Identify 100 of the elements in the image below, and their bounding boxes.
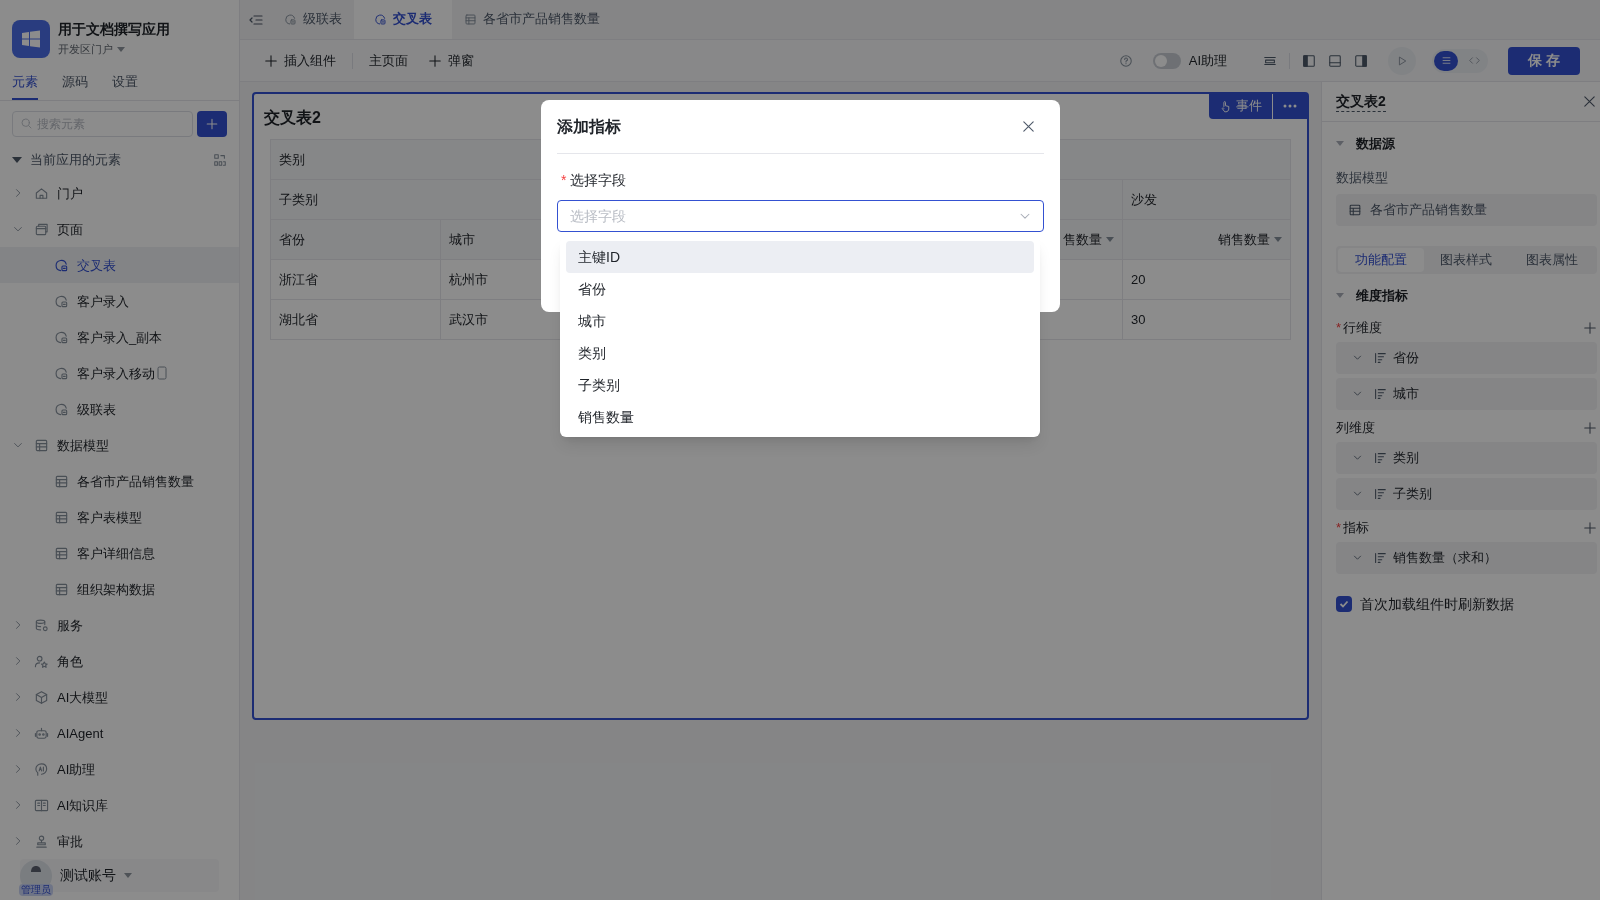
table-cell: 20	[1123, 260, 1291, 300]
plus-icon	[1583, 520, 1597, 535]
ai-assistant-label: AI助理	[1188, 51, 1228, 70]
more-icon	[1283, 104, 1297, 108]
table-icon	[54, 474, 69, 489]
play-button[interactable]	[1388, 46, 1417, 75]
sort-lines-icon	[1373, 450, 1387, 465]
plus-icon	[205, 116, 219, 131]
dimension-item[interactable]: 城市	[1336, 377, 1597, 410]
refresh-checkbox[interactable]: 首次加载组件时刷新数据	[1336, 593, 1597, 615]
sidebar-tab[interactable]: 源码	[62, 72, 88, 100]
table-icon	[1348, 202, 1362, 217]
chevron-down-icon	[1352, 452, 1363, 463]
close-button[interactable]	[1021, 119, 1036, 134]
form-icon	[284, 12, 297, 26]
toolbar-button[interactable]: 插入组件	[260, 50, 340, 71]
add-button[interactable]	[197, 110, 227, 137]
close-button[interactable]	[1582, 94, 1597, 109]
caret-icon	[117, 46, 125, 53]
panel-title: 交叉表2	[1336, 91, 1386, 112]
tree-item[interactable]: 客户表模型	[0, 499, 239, 536]
panel-tab[interactable]: 图表属性	[1509, 247, 1595, 272]
tree-item[interactable]: 组织架构数据	[0, 571, 239, 608]
sort-lines-icon	[1373, 386, 1387, 401]
add-button[interactable]	[1583, 520, 1597, 535]
tree-item[interactable]: 角色	[0, 643, 239, 680]
stamp-icon	[34, 834, 49, 849]
tree-item[interactable]: 客户详细信息	[0, 535, 239, 572]
tree-item[interactable]: 客户录入	[0, 283, 239, 320]
tree-item[interactable]: 级联表	[0, 391, 239, 428]
user-star-icon	[34, 654, 49, 669]
header-cell: 销售数量	[1123, 220, 1291, 260]
help-icon	[1118, 53, 1133, 68]
sort-lines-icon	[1373, 550, 1387, 565]
sidebar-tab[interactable]: 设置	[112, 72, 138, 100]
tree-item[interactable]: 服务	[0, 607, 239, 644]
tree-title: 当前应用的元素	[30, 151, 122, 170]
chevron-down-icon	[1352, 352, 1363, 363]
header-cell: 省份	[271, 220, 441, 260]
select-field[interactable]: 选择字段	[557, 200, 1044, 232]
dimension-item[interactable]: 省份	[1336, 341, 1597, 374]
add-button[interactable]	[1583, 420, 1597, 435]
tree-item[interactable]: 客户录入_副本	[0, 319, 239, 356]
bottom-panel-icon	[1328, 53, 1343, 68]
required-mark: *	[1336, 318, 1342, 337]
event-button[interactable]: 事件	[1209, 93, 1272, 119]
robot-icon	[34, 726, 49, 741]
plus-icon	[264, 53, 278, 68]
locate-icon	[213, 153, 227, 167]
table-cell: 30	[1123, 300, 1291, 340]
save-button[interactable]: 保 存	[1508, 46, 1580, 75]
form-icon	[54, 330, 69, 345]
more-button[interactable]	[1273, 93, 1307, 119]
document-tab[interactable]: 级联表	[272, 0, 354, 39]
toggle-switch[interactable]	[1152, 52, 1181, 69]
document-tab[interactable]: 交叉表	[354, 0, 452, 39]
dimension-item[interactable]: 销售数量（求和）	[1336, 541, 1597, 574]
form-icon	[374, 12, 387, 26]
tree-item[interactable]: 门户	[0, 175, 239, 212]
sidebar-tab[interactable]: 元素	[12, 72, 38, 100]
code-icon	[1468, 55, 1480, 66]
design-view-button[interactable]	[1434, 50, 1459, 71]
sliders-icon	[1440, 55, 1452, 66]
table-cell: 浙江省	[271, 260, 441, 300]
document-tab[interactable]: 各省市产品销售数量	[452, 0, 612, 39]
ai-head-icon	[34, 762, 49, 777]
form-icon	[54, 402, 69, 417]
tree-item[interactable]: 交叉表	[0, 247, 239, 284]
tree-item[interactable]: 数据模型	[0, 427, 239, 464]
panel-tab[interactable]: 图表样式	[1423, 247, 1510, 272]
modal-title: 添加指标	[557, 116, 622, 137]
plus-icon	[1583, 420, 1597, 435]
portal-dropdown[interactable]: 开发区门户	[58, 41, 170, 58]
caret-down-icon	[1336, 141, 1344, 147]
house-icon	[34, 186, 49, 201]
toolbar-button[interactable]: 主页面	[365, 50, 412, 71]
toolbar-button[interactable]: 弹窗	[424, 50, 478, 71]
close-icon	[1021, 119, 1036, 134]
tree-item[interactable]: AIAgent	[0, 715, 239, 752]
section-header[interactable]: 维度指标	[1336, 277, 1597, 314]
tree-item[interactable]: 客户录入移动	[0, 355, 239, 392]
plus-icon	[428, 53, 442, 68]
tree-item[interactable]: AI大模型	[0, 679, 239, 716]
database-icon	[34, 618, 49, 633]
dimension-item[interactable]: 类别	[1336, 441, 1597, 474]
panel-tab[interactable]: 功能配置	[1338, 247, 1424, 272]
tree-item[interactable]: 各省市产品销售数量	[0, 463, 239, 500]
dimension-item[interactable]: 子类别	[1336, 477, 1597, 510]
dropdown-option[interactable]: 主键ID	[566, 241, 1034, 273]
search-icon	[20, 116, 33, 130]
tree-item[interactable]: AI助理	[0, 751, 239, 788]
windows-icon	[21, 28, 41, 49]
cube-icon	[34, 690, 49, 705]
role-badge: 管理员	[19, 883, 53, 896]
section-header[interactable]: 数据源	[1336, 126, 1597, 162]
tree-item[interactable]: AI知识库	[0, 787, 239, 824]
model-field[interactable]: 各省市产品销售数量	[1336, 193, 1597, 226]
required-mark: *	[1336, 518, 1342, 537]
field-label: 行维度	[1343, 318, 1384, 337]
add-button[interactable]	[1583, 320, 1597, 335]
